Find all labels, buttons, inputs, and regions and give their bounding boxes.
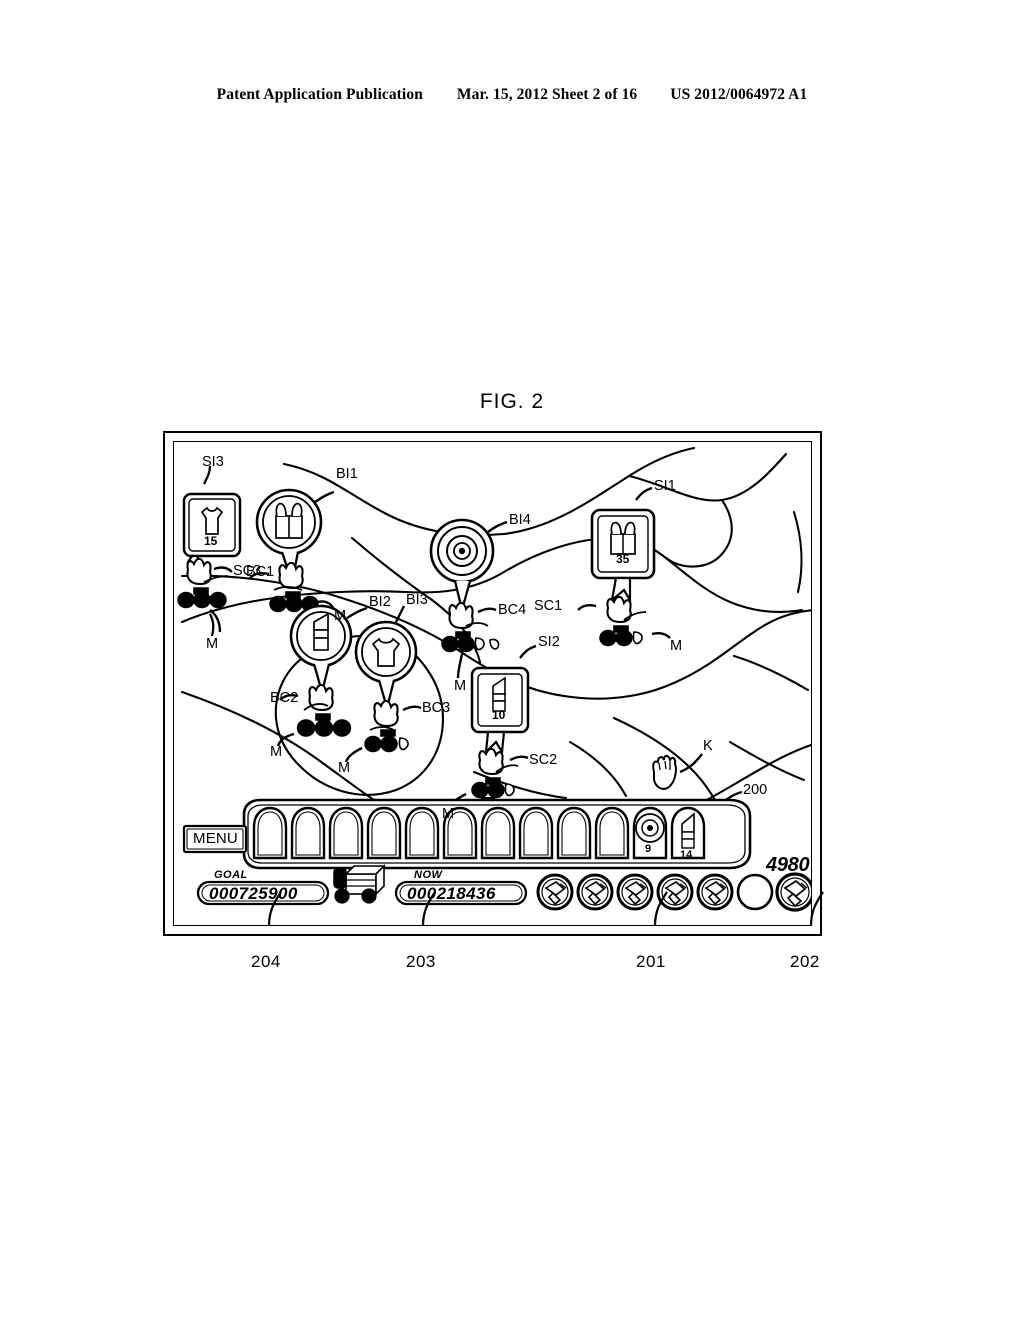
patent-number: US 2012/0064972 A1 (670, 86, 808, 103)
balloon-item-bi4 (429, 518, 495, 615)
label-bc2: BC2 (270, 690, 299, 706)
cursor-hand-icon (652, 754, 677, 790)
game-screen-frame: BI1 SI3 BC1 SC3 BI4 SI1 BC4 SC1 BI2 BI3 … (163, 431, 822, 936)
game-screen-inner: BI1 SI3 BC1 SC3 BI4 SI1 BC4 SC1 BI2 BI3 … (173, 441, 812, 926)
inventory-slot-9 (556, 806, 592, 860)
label-bi2: BI2 (369, 594, 391, 610)
label-bi4: BI4 (509, 512, 531, 528)
publication-title: Patent Application Publication (216, 86, 423, 103)
shop-character-sc3 (177, 557, 229, 609)
label-m-5: M (270, 744, 283, 760)
inventory-slot-7 (480, 806, 516, 860)
label-m-4: M (670, 638, 683, 654)
label-m-7: M (442, 806, 455, 822)
label-m-1: M (206, 636, 219, 652)
label-k: K (703, 738, 713, 754)
inventory-slot-3 (328, 806, 364, 860)
refnum-204: 204 (251, 952, 281, 971)
refnum-202: 202 (790, 952, 820, 971)
label-sc2: SC2 (529, 752, 558, 768)
label-m-6: M (338, 760, 351, 776)
inventory-slot-10 (594, 806, 630, 860)
inventory-slot-5 (404, 806, 440, 860)
inventory-slot-2 (290, 806, 326, 860)
figure-title: FIG. 2 (479, 390, 545, 413)
patent-header: Patent Application Publication Mar. 15, … (0, 86, 1024, 104)
inventory-slot-8 (518, 806, 554, 860)
balloon-character-bc1 (269, 561, 319, 613)
label-sc1: SC1 (534, 598, 563, 614)
label-bc4: BC4 (498, 602, 527, 618)
label-si3: SI3 (202, 454, 224, 470)
score-value: 4980 (766, 854, 810, 876)
balloon-character-bc2 (296, 683, 352, 737)
label-bc3: BC3 (422, 700, 451, 716)
slot-11-value: 9 (645, 843, 652, 855)
refnum-201: 201 (636, 952, 666, 971)
label-m-3: M (454, 678, 467, 694)
balloon-character-bc4 (441, 601, 500, 653)
label-m-2: M (334, 608, 347, 624)
inventory-slot-4 (366, 806, 402, 860)
label-si1: SI1 (654, 478, 676, 494)
menu-label[interactable]: MENU (193, 830, 238, 847)
label-bi3: BI3 (406, 592, 428, 608)
si2-value: 10 (492, 708, 506, 722)
label-si2: SI2 (538, 634, 560, 650)
label-bi1: BI1 (336, 466, 358, 482)
refnum-203: 203 (406, 952, 436, 971)
inventory-slot-1 (252, 806, 288, 860)
si1-value: 35 (616, 552, 630, 566)
label-200: 200 (743, 782, 768, 798)
publication-date-sheet: Mar. 15, 2012 Sheet 2 of 16 (456, 86, 638, 103)
si3-value: 15 (204, 534, 218, 548)
slot-12-value: 14 (680, 849, 693, 861)
shop-character-sc1 (599, 595, 647, 647)
game-map[interactable] (174, 442, 812, 926)
reference-leaders (267, 891, 824, 927)
shop-item-si3 (182, 492, 242, 573)
balloon-item-bi3 (354, 620, 418, 713)
label-sc3: SC3 (233, 563, 262, 579)
balloon-character-bc3 (364, 699, 409, 753)
